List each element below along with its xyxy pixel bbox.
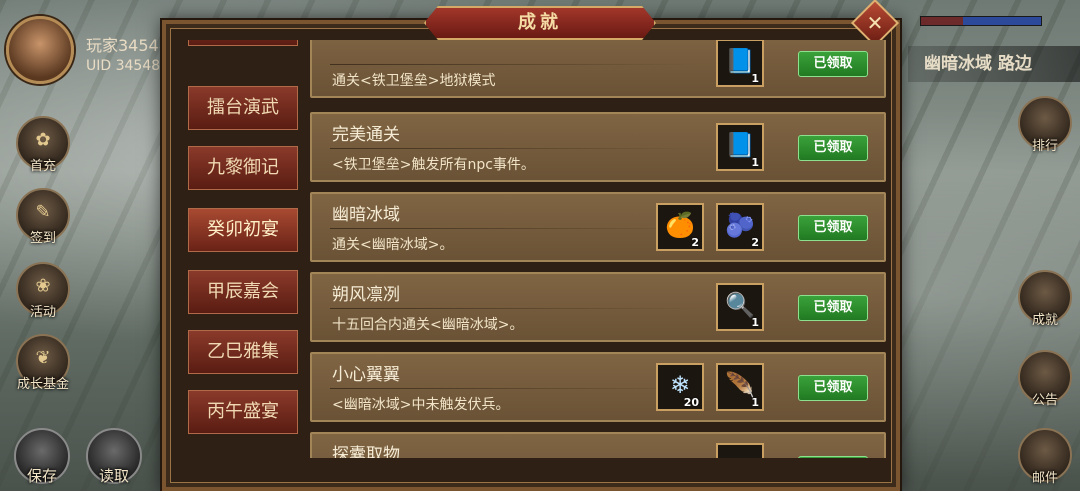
reward-item[interactable]: 📘 1 (716, 123, 764, 171)
achievement-row: 朔风凛冽 十五回合内通关<幽暗冰域>。 🔍 1 已领取 (310, 272, 886, 342)
reward-count: 20 (683, 396, 699, 409)
reward-count: 1 (751, 316, 759, 329)
player-uid: UID 345489 (86, 58, 170, 74)
achievement-row: 小心翼翼 <幽暗冰域>中未触发伏兵。 ❄ 20 🪶 1 已领取 (310, 352, 886, 422)
book-icon: 📘 (725, 46, 755, 75)
reward-item[interactable]: 🪶 1 (716, 363, 764, 411)
gift-icon: ✿ (35, 129, 51, 151)
claimed-button[interactable]: 已领取 (798, 295, 868, 321)
growth-fund-button[interactable]: ❦ 成长基金 (16, 334, 70, 392)
location-label: 幽暗冰域 路边 (908, 46, 1080, 82)
achievement-label: 成就 (1031, 313, 1059, 328)
reward-item[interactable] (716, 443, 764, 458)
achievement-desc: <铁卫堡垒>触发所有npc事件。 (332, 157, 535, 173)
sign-in-label: 签到 (29, 231, 57, 246)
reward-count: 2 (691, 236, 699, 249)
activity-label: 活动 (29, 305, 57, 320)
ranking-label: 排行 (1031, 139, 1059, 154)
achievement-desc: 十五回合内通关<幽暗冰域>。 (332, 317, 524, 333)
player-name: 玩家34548 (86, 36, 169, 55)
achievement-row: 幽暗冰域 通关<幽暗冰域>。 🍊 2 🫐 2 已领取 (310, 192, 886, 262)
claimed-button[interactable]: 已领取 (798, 51, 868, 77)
divider (330, 64, 700, 65)
reward-item[interactable]: 🫐 2 (716, 203, 764, 251)
reward-count: 1 (751, 156, 759, 169)
achievement-desc: 通关<铁卫堡垒>地狱模式 (332, 73, 496, 89)
reward-item[interactable]: ❄ 20 (656, 363, 704, 411)
tab-bingwu[interactable]: 丙午盛宴 (188, 390, 298, 434)
claim-button[interactable] (798, 456, 868, 458)
tab-yisi[interactable]: 乙巳雅集 (188, 330, 298, 374)
achievement-title: 朔风凛冽 (332, 285, 400, 305)
load-button[interactable]: 读取 (86, 428, 142, 485)
claimed-button[interactable]: 已领取 (798, 215, 868, 241)
reward-count: 1 (751, 72, 759, 85)
tab-leitai[interactable]: 擂台演武 (188, 86, 298, 130)
save-button[interactable]: 保存 (14, 428, 70, 485)
tab-guimao[interactable]: 癸卯初宴 (188, 208, 298, 252)
category-tabs: 擂台演武 九黎御记 癸卯初宴 甲辰嘉会 乙巳雅集 丙午盛宴 (186, 40, 302, 480)
ice-crystal-icon: ❄ (669, 370, 691, 399)
book-icon: 📘 (725, 130, 755, 159)
feather-icon: 🪶 (725, 370, 755, 399)
activity-button[interactable]: ❀ 活动 (16, 262, 70, 320)
achievement-title: 小心翼翼 (332, 365, 400, 385)
tab-partial[interactable] (188, 40, 298, 46)
reward-count: 2 (751, 236, 759, 249)
achievement-row: 通关<铁卫堡垒>地狱模式 📘 1 已领取 (310, 40, 886, 98)
achievement-row: 探囊取物 (310, 432, 886, 458)
achievement-list[interactable]: 通关<铁卫堡垒>地狱模式 📘 1 已领取 完美通关 <铁卫堡垒>触发所有npc事… (306, 40, 890, 458)
ranking-button[interactable]: 排行 (1018, 96, 1072, 154)
blue-fruit-icon: 🫐 (725, 210, 755, 239)
achievement-desc: 通关<幽暗冰域>。 (332, 237, 454, 253)
flower-icon: ❀ (35, 275, 51, 297)
reward-count: 1 (751, 396, 759, 409)
orange-fruit-icon: 🍊 (665, 210, 695, 239)
achievement-title: 幽暗冰域 (332, 205, 400, 225)
achievement-button[interactable]: 成就 (1018, 270, 1072, 328)
progress-bar (920, 16, 1042, 26)
tab-jiachen[interactable]: 甲辰嘉会 (188, 270, 298, 314)
reward-item[interactable]: 📘 1 (716, 40, 764, 87)
first-recharge-label: 首充 (29, 159, 57, 174)
mail-button[interactable]: 邮件 (1018, 428, 1072, 486)
growth-fund-label: 成长基金 (16, 377, 70, 392)
magnifier-icon: 🔍 (725, 290, 755, 319)
divider (330, 388, 700, 389)
divider (330, 308, 700, 309)
notice-label: 公告 (1031, 393, 1059, 408)
achievement-row: 完美通关 <铁卫堡垒>触发所有npc事件。 📘 1 已领取 (310, 112, 886, 182)
mail-label: 邮件 (1031, 471, 1059, 486)
divider (330, 228, 700, 229)
first-recharge-button[interactable]: ✿ 首充 (16, 116, 70, 174)
sign-in-button[interactable]: ✎ 签到 (16, 188, 70, 246)
divider (330, 148, 700, 149)
achievement-title: 探囊取物 (332, 445, 400, 458)
plant-icon: ❦ (35, 347, 51, 369)
dialog-title: 成就 (518, 12, 562, 33)
claimed-button[interactable]: 已领取 (798, 375, 868, 401)
player-info[interactable]: 玩家34548 UID 345489 (0, 10, 180, 84)
save-label: 保存 (26, 467, 58, 485)
reward-item[interactable]: 🍊 2 (656, 203, 704, 251)
claimed-button[interactable]: 已领取 (798, 135, 868, 161)
close-icon: ✕ (866, 11, 884, 35)
achievement-desc: <幽暗冰域>中未触发伏兵。 (332, 397, 510, 413)
tab-jiuli[interactable]: 九黎御记 (188, 146, 298, 190)
avatar[interactable] (6, 16, 74, 84)
reward-item[interactable]: 🔍 1 (716, 283, 764, 331)
scroll-icon: ✎ (35, 201, 51, 223)
achievement-title: 完美通关 (332, 125, 400, 145)
load-label: 读取 (98, 467, 130, 485)
notice-button[interactable]: 公告 (1018, 350, 1072, 408)
